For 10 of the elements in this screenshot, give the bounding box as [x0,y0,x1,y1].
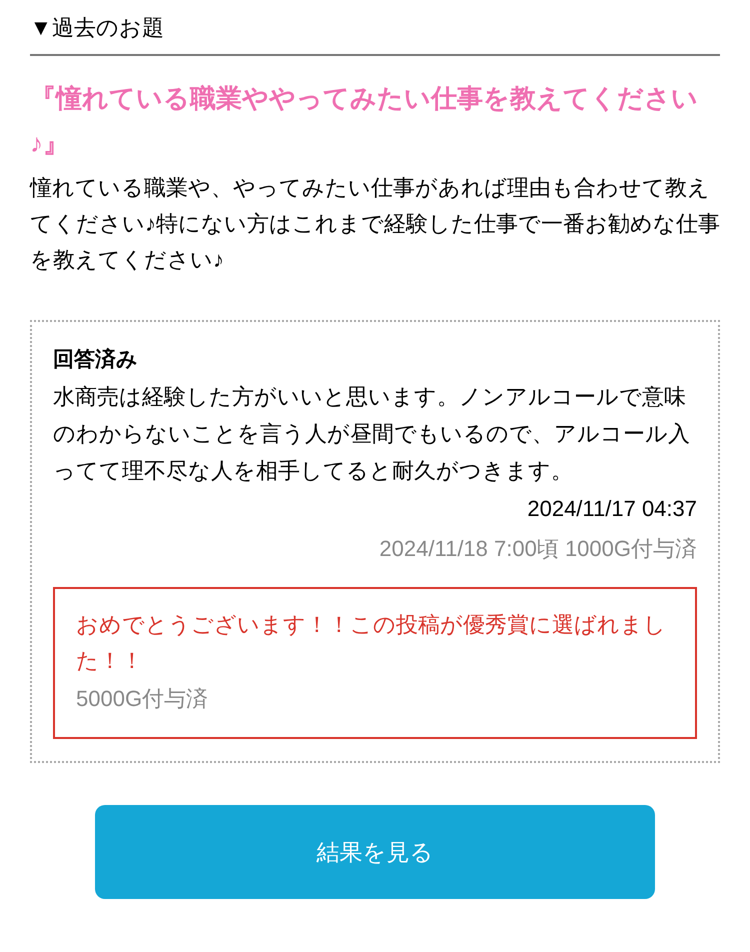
answer-status: 回答済み [53,346,139,373]
answer-text: 水商売は経験した方がいいと思います。ノンアルコールで意味のわからないことを言う人が昼間でもいるので、アルコール入ってて理不尽な人を相手してると耐久がつきます。 [53,383,691,485]
award-reward: 5000G付与済 [76,685,210,713]
award-message: おめでとうございます！！この投稿が優秀賞に選ばれました！！ [76,611,667,675]
topic-title: 『憧れている職業ややってみたい仕事を教えてください♪』 [30,82,699,160]
posted-date: 2024/11/17 04:37 [527,495,697,523]
topic-description: 憧れている職業や、やってみたい仕事があれば理由も合わせて教えてください♪特にない方はこれまで経験した仕事で一番お勧めな仕事を教えてください♪ [30,174,720,274]
section-heading: ▼過去のお題 [30,12,720,56]
view-results-button[interactable]: 結果を見る [95,805,655,899]
reward-note: 2024/11/18 7:00頃 1000G付与済 [379,535,697,563]
